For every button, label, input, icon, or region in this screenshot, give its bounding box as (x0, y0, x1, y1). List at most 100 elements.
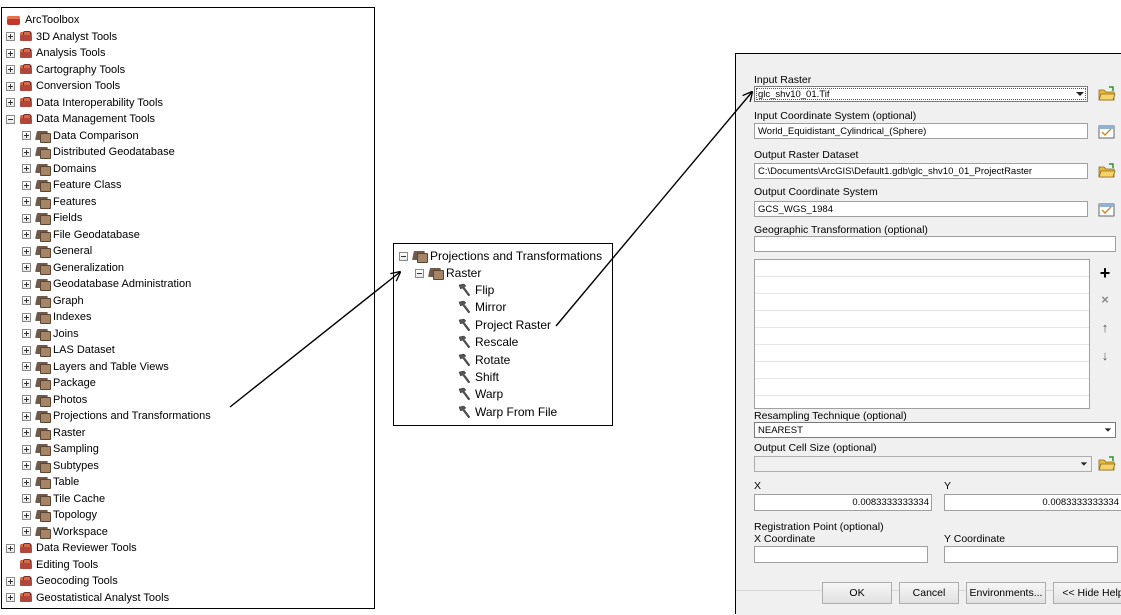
tree-item-raster[interactable]: Raster (22, 425, 85, 441)
expand-icon[interactable] (22, 510, 31, 520)
input-raster-select[interactable]: glc_shv10_01.Tif (754, 86, 1088, 102)
tree-item-domains[interactable]: Domains (22, 161, 96, 177)
tree-item-analysis-tools[interactable]: Analysis Tools (6, 45, 106, 61)
output-cs-field[interactable]: GCS_WGS_1984 (754, 201, 1088, 217)
expand-icon[interactable] (22, 213, 31, 223)
tool-item-shift[interactable]: Shift (456, 369, 499, 385)
expand-icon[interactable] (22, 263, 31, 272)
tree-item-data-comparison[interactable]: Data Comparison (22, 128, 139, 144)
environments-button[interactable]: Environments... (966, 582, 1046, 604)
expand-icon[interactable] (6, 65, 15, 74)
move-up-icon[interactable]: ↑ (1097, 319, 1113, 335)
tool-item-project-raster[interactable]: Project Raster (456, 317, 551, 333)
tree-item-subtypes[interactable]: Subtypes (22, 458, 99, 474)
expand-icon[interactable] (6, 81, 15, 91)
collapse-icon[interactable] (415, 268, 424, 278)
y-coordinate-field[interactable] (944, 546, 1118, 563)
expand-icon[interactable] (6, 576, 15, 586)
tree-item-projections-transformations[interactable]: Projections and Transformations (399, 248, 602, 264)
tree-item-generalization[interactable]: Generalization (22, 260, 124, 276)
x-coordinate-field[interactable] (754, 546, 928, 563)
remove-icon[interactable]: × (1097, 291, 1113, 307)
expand-icon[interactable] (22, 395, 31, 404)
tree-item-features[interactable]: Features (22, 194, 96, 210)
coordinate-system-properties-icon[interactable] (1098, 201, 1116, 217)
expand-icon[interactable] (22, 147, 31, 157)
expand-icon[interactable] (22, 428, 31, 437)
cancel-button[interactable]: Cancel (899, 582, 959, 604)
hide-help-button[interactable]: << Hide Help (1053, 582, 1121, 604)
tree-item-graph[interactable]: Graph (22, 293, 84, 309)
collapse-icon[interactable] (399, 251, 408, 261)
chevron-down-icon[interactable] (1102, 424, 1114, 435)
resampling-select[interactable]: NEAREST (754, 422, 1116, 438)
expand-icon[interactable] (22, 279, 31, 289)
ok-button[interactable]: OK (822, 582, 892, 604)
expand-icon[interactable] (22, 527, 31, 536)
tool-item-rescale[interactable]: Rescale (456, 334, 518, 350)
cell-size-y-field[interactable]: 0.0083333333334 (944, 494, 1121, 511)
tree-item-package[interactable]: Package (22, 375, 96, 391)
tree-item-sampling[interactable]: Sampling (22, 441, 99, 457)
output-raster-field[interactable]: C:\Documents\ArcGIS\Default1.gdb\glc_shv… (754, 163, 1088, 179)
open-folder-icon[interactable] (1098, 456, 1116, 472)
expand-icon[interactable] (22, 180, 31, 190)
collapse-icon[interactable] (6, 114, 15, 124)
expand-icon[interactable] (22, 494, 31, 503)
tree-item-table[interactable]: Table (22, 474, 79, 490)
tool-item-warp-from-file[interactable]: Warp From File (456, 404, 557, 420)
transformation-list[interactable] (754, 259, 1090, 409)
tree-item-tile-cache[interactable]: Tile Cache (22, 491, 105, 507)
tree-item-workspace[interactable]: Workspace (22, 524, 108, 540)
add-icon[interactable]: + (1097, 263, 1113, 283)
geo-transform-field[interactable] (754, 236, 1116, 252)
coordinate-system-properties-icon[interactable] (1098, 123, 1116, 139)
tree-item-cartography-tools[interactable]: Cartography Tools (6, 62, 125, 78)
expand-icon[interactable] (6, 98, 15, 107)
tree-item-indexes[interactable]: Indexes (22, 309, 92, 325)
expand-icon[interactable] (6, 48, 15, 58)
expand-icon[interactable] (22, 461, 31, 470)
input-cs-field[interactable]: World_Equidistant_Cylindrical_(Sphere) (754, 123, 1088, 139)
tree-item-geodatabase-administration[interactable]: Geodatabase Administration (22, 276, 191, 292)
chevron-down-icon[interactable] (1078, 458, 1090, 469)
tree-item-topology[interactable]: Topology (22, 507, 97, 523)
tree-item-layers-and-table-views[interactable]: Layers and Table Views (22, 359, 169, 375)
expand-icon[interactable] (22, 246, 31, 256)
tree-item-geocoding-tools[interactable]: Geocoding Tools (6, 573, 118, 589)
cell-size-select[interactable] (754, 456, 1092, 472)
tree-item-data-interoperability-tools[interactable]: Data Interoperability Tools (6, 95, 163, 111)
tree-item-distributed-geodatabase[interactable]: Distributed Geodatabase (22, 144, 175, 160)
dropdown-arrow-icon[interactable] (1072, 87, 1087, 101)
tree-item-fields[interactable]: Fields (22, 210, 82, 226)
expand-icon[interactable] (22, 444, 31, 454)
tree-item-geostatistical-analyst-tools[interactable]: Geostatistical Analyst Tools (6, 590, 169, 606)
expand-icon[interactable] (22, 329, 31, 338)
expand-icon[interactable] (6, 543, 15, 553)
tree-item-3d-analyst-tools[interactable]: 3D Analyst Tools (6, 29, 117, 45)
tree-item-file-geodatabase[interactable]: File Geodatabase (22, 227, 140, 243)
expand-icon[interactable] (22, 477, 31, 487)
tool-item-rotate[interactable]: Rotate (456, 352, 510, 368)
tree-item-las-dataset[interactable]: LAS Dataset (22, 342, 115, 358)
expand-icon[interactable] (6, 593, 15, 602)
tool-item-flip[interactable]: Flip (456, 282, 494, 298)
expand-icon[interactable] (6, 32, 15, 41)
expand-icon[interactable] (22, 411, 31, 421)
expand-icon[interactable] (22, 362, 31, 371)
tree-item-projections-and-transformations[interactable]: Projections and Transformations (22, 408, 211, 424)
tree-item-feature-class[interactable]: Feature Class (22, 177, 121, 193)
expand-icon[interactable] (22, 345, 31, 355)
open-folder-icon[interactable] (1098, 86, 1116, 102)
tree-item-joins[interactable]: Joins (22, 326, 79, 342)
tool-item-warp[interactable]: Warp (456, 386, 503, 402)
expand-icon[interactable] (22, 312, 31, 322)
open-folder-icon[interactable] (1098, 163, 1116, 179)
tree-item-data-reviewer-tools[interactable]: Data Reviewer Tools (6, 540, 137, 556)
expand-icon[interactable] (22, 164, 31, 173)
expand-icon[interactable] (22, 197, 31, 206)
tree-root-arctoolbox[interactable]: ArcToolbox (6, 12, 79, 28)
tree-item-data-management-tools[interactable]: Data Management Tools (6, 111, 155, 127)
cell-size-x-field[interactable]: 0.0083333333334 (754, 494, 932, 511)
expand-icon[interactable] (22, 378, 31, 388)
